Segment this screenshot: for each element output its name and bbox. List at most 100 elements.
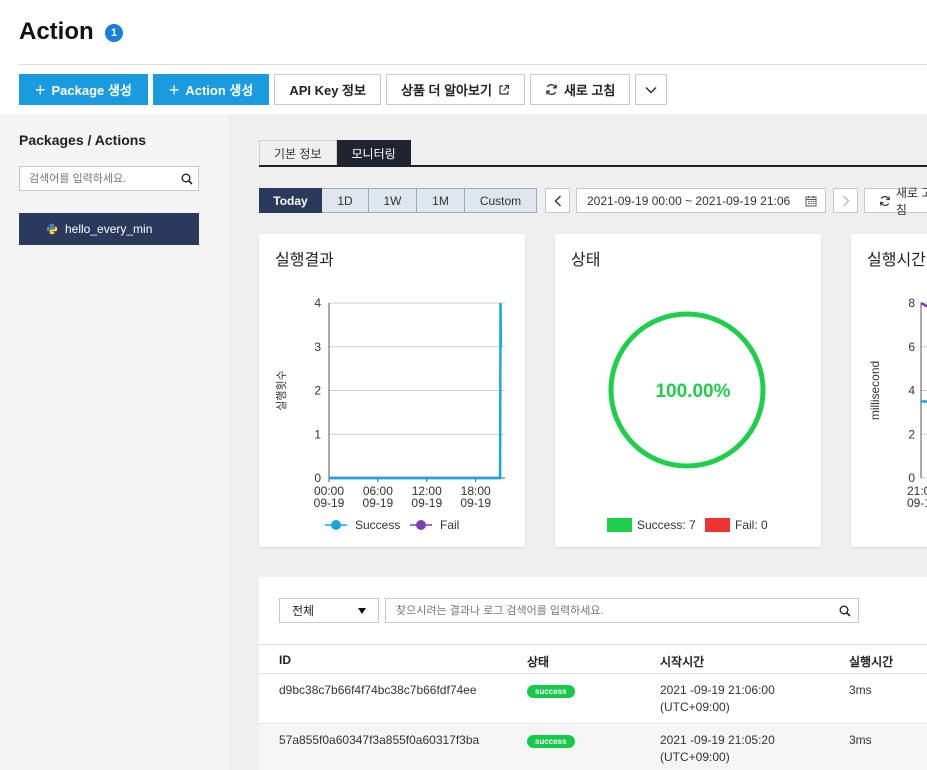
y-tick-label: 0 [314, 471, 321, 485]
sidebar-title: Packages / Actions [19, 132, 147, 148]
x-tick-label: 09-19 [363, 496, 394, 510]
log-search-input[interactable] [386, 604, 832, 617]
date-range-picker[interactable]: 2021-09-19 00:00 ~ 2021-09-19 21:06 [576, 188, 826, 213]
duration-chart-title: 실행시간 [867, 252, 926, 269]
log-search [385, 598, 859, 623]
chevron-down-icon [645, 86, 657, 94]
page-title: Action [19, 18, 94, 45]
y-tick-label: 3 [314, 340, 321, 354]
duration-chart: 02468millisecond21:009-1 [868, 296, 927, 510]
status-chart-title: 상태 [571, 252, 601, 269]
count-badge: 1 [105, 24, 123, 42]
create-action-label: Action 생성 [185, 83, 254, 98]
sidebar-search-input[interactable] [20, 172, 176, 185]
y-tick-label: 6 [908, 340, 915, 354]
series-line-0 [920, 301, 927, 308]
table-row[interactable]: 57a855f0a60347f3a855f0a60317f3ba success… [259, 725, 927, 770]
sidebar-search [19, 166, 199, 191]
column-header-id[interactable]: ID [279, 653, 291, 667]
detail-tabs: 기본 정보 모니터링 [259, 140, 927, 167]
packages-sidebar: Packages / Actions hello_every_min [0, 114, 229, 770]
range-selector: Today 1D 1W 1M Custom [259, 188, 537, 213]
result-chart: 0123400:0009-1906:0009-1912:0009-1918:00… [275, 296, 505, 532]
prev-range-button[interactable] [545, 188, 570, 213]
column-header-status[interactable]: 상태 [527, 653, 549, 670]
legend-marker [416, 520, 426, 530]
toolbar: + Package 생성 + Action 생성 API Key 정보 상품 더… [19, 74, 668, 105]
log-table-header: ID 상태 시작시간 실행시간 [259, 644, 927, 674]
y-tick-label: 4 [314, 296, 321, 310]
range-1d-button[interactable]: 1D [322, 188, 369, 213]
range-custom-button[interactable]: Custom [465, 188, 537, 213]
status-chart: 100.00% Success: 7 Fail: 0 [607, 311, 768, 532]
log-table-card: 전체 ID 상태 시작시간 실행시간 d9bc38c7b66f4f74bc38c… [259, 577, 927, 770]
create-action-button[interactable]: + Action 생성 [152, 74, 270, 105]
x-tick-label: 09-19 [411, 496, 442, 510]
status-badge: success [527, 683, 575, 698]
x-tick-label: 09-1 [907, 496, 927, 510]
create-package-button[interactable]: + Package 생성 [19, 74, 148, 105]
duration-chart-card: 실행시간 02468millisecond21:009-1 [851, 234, 927, 547]
caret-down-icon [358, 608, 366, 614]
monitor-refresh-label: 새로 고침 [895, 185, 927, 217]
column-header-duration[interactable]: 실행시간 [849, 653, 893, 670]
row-start-time: 2021 -09-19 21:05:20 (UTC+09:00) [660, 733, 775, 764]
header-divider [19, 64, 927, 65]
more-dropdown-button[interactable] [635, 74, 668, 105]
result-chart-title: 실행결과 [275, 252, 334, 269]
refresh-label: 새로 고침 [563, 83, 616, 98]
pie-center-label: 100.00% [655, 381, 730, 402]
column-header-start-time[interactable]: 시작시간 [660, 653, 704, 670]
y-tick-label: 0 [908, 471, 915, 485]
status-filter-value: 전체 [292, 604, 315, 618]
monitoring-main: 기본 정보 모니터링 Today 1D 1W 1M Custom 2021-09… [229, 114, 927, 770]
legend-swatch [607, 518, 632, 532]
calendar-icon [805, 196, 817, 207]
range-1m-button[interactable]: 1M [417, 188, 465, 213]
result-chart-card: 실행결과 0 1 2 3 4 00:00 09-19 06:00 09-19 12:00 09-19… [259, 234, 525, 547]
y-tick-label: 2 [314, 384, 321, 398]
app-root: Action 1 + Package 생성 + Action 생성 API Ke… [0, 0, 927, 770]
y-axis-label: millisecond [868, 361, 882, 420]
status-badge: success [527, 733, 575, 748]
create-package-label: Package 생성 [51, 83, 132, 98]
legend-label: Fail [440, 518, 459, 532]
x-tick-label: 09-19 [314, 496, 345, 510]
y-axis-label: 실행횟수 [275, 370, 288, 410]
search-icon[interactable] [832, 605, 858, 617]
monitor-refresh-button[interactable]: 새로 고침 [864, 186, 927, 217]
row-id[interactable]: 57a855f0a60347f3a855f0a60317f3ba [279, 733, 479, 747]
next-range-button[interactable] [833, 188, 858, 213]
legend-label: Success [355, 518, 400, 532]
learn-more-button[interactable]: 상품 더 알아보기 [385, 74, 525, 105]
search-icon[interactable] [176, 173, 198, 185]
row-start-time: 2021 -09-19 21:06:00 (UTC+09:00) [660, 683, 775, 714]
sidebar-item-label: hello_every_min [65, 222, 153, 236]
table-row[interactable]: d9bc38c7b66f4f74bc38c7b66fdf74ee success… [259, 675, 927, 724]
plus-icon: + [168, 79, 180, 100]
tab-basic-info[interactable]: 기본 정보 [259, 140, 337, 165]
y-tick-label: 8 [908, 296, 915, 310]
refresh-button[interactable]: 새로 고침 [529, 74, 631, 105]
api-key-label: API Key 정보 [289, 83, 366, 98]
sidebar-item-hello-every-min[interactable]: hello_every_min [19, 213, 199, 245]
x-tick-label: 09-19 [460, 496, 491, 510]
row-duration: 3ms [849, 733, 872, 747]
legend-marker [331, 520, 341, 530]
legend-label: Fail: 0 [735, 518, 768, 532]
chevron-right-icon [842, 195, 849, 206]
refresh-icon [546, 84, 557, 95]
date-range-text: 2021-09-19 00:00 ~ 2021-09-19 21:06 [587, 193, 791, 208]
y-tick-label: 2 [908, 427, 915, 441]
status-filter-select[interactable]: 전체 [279, 598, 379, 623]
tab-monitoring[interactable]: 모니터링 [336, 140, 411, 165]
range-today-button[interactable]: Today [259, 188, 322, 213]
row-id[interactable]: d9bc38c7b66f4f74bc38c7b66fdf74ee [279, 683, 477, 697]
range-1w-button[interactable]: 1W [369, 188, 417, 213]
status-chart-card: 상태 100.00% Success: 7 Fail: 0 [555, 234, 821, 547]
legend-label: Success: 7 [637, 518, 696, 532]
api-key-button[interactable]: API Key 정보 [274, 74, 381, 105]
row-duration: 3ms [849, 683, 872, 697]
plus-icon: + [35, 79, 46, 100]
chevron-left-icon [554, 195, 561, 206]
